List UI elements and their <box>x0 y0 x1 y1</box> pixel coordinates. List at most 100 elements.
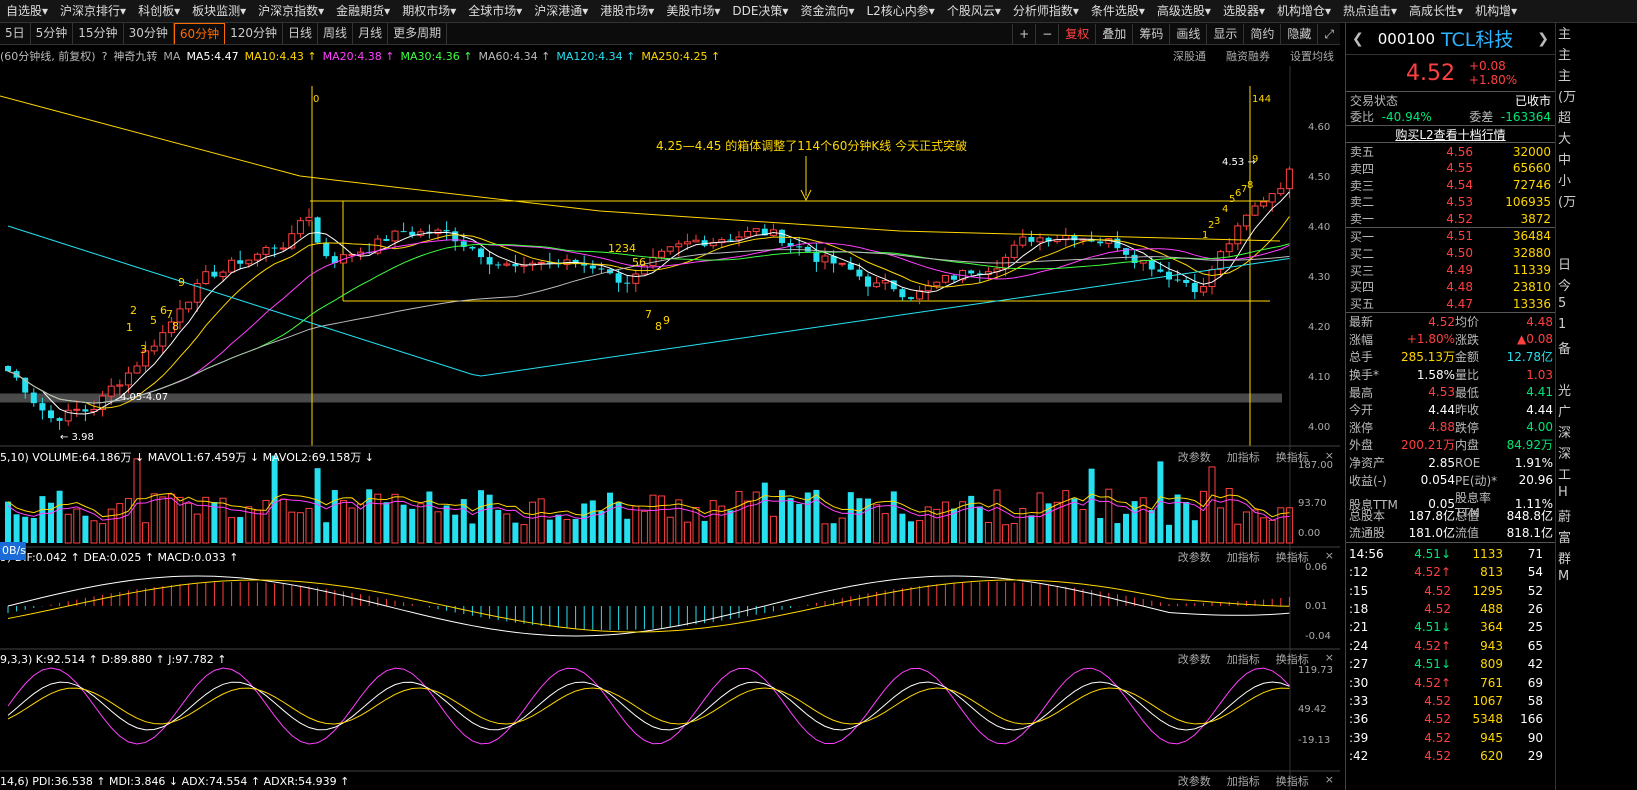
menu-item-11[interactable]: DDE决策▾ <box>726 0 794 22</box>
candle-body <box>443 230 450 232</box>
ma-link-0[interactable]: 深股通 <box>1173 48 1206 64</box>
menu-item-6[interactable]: 期权市场▾ <box>396 0 462 22</box>
menu-item-2[interactable]: 科创板▾ <box>132 0 186 22</box>
help-icon[interactable]: ? <box>102 50 108 63</box>
menu-item-20[interactable]: 热点追击▾ <box>1337 0 1403 22</box>
candle-body <box>701 240 708 246</box>
menu-item-7[interactable]: 全球市场▾ <box>462 0 528 22</box>
menu-item-19[interactable]: 机构增仓▾ <box>1271 0 1337 22</box>
period-tab-0[interactable]: 5日 <box>0 23 31 44</box>
candle-body <box>219 271 227 278</box>
indicator-tool-1[interactable]: 加指标 <box>1227 449 1260 465</box>
indicator-tool-0[interactable]: 改参数 <box>1178 549 1211 565</box>
menu-item-3[interactable]: 板块监测▾ <box>186 0 252 22</box>
period-tab-3[interactable]: 30分钟 <box>124 23 174 44</box>
volume-bar <box>1217 507 1225 544</box>
period-tab-8[interactable]: 月线 <box>353 23 389 44</box>
menu-item-4[interactable]: 沪深京指数▾ <box>252 0 330 22</box>
indicator-tool-0[interactable]: 改参数 <box>1178 773 1211 789</box>
toolbar-btn-0[interactable]: + <box>1012 23 1035 44</box>
toolbar-btn-2[interactable]: 复权 <box>1058 23 1095 44</box>
back-arrow-icon[interactable]: ❮ <box>1352 31 1364 47</box>
menu-item-0[interactable]: 自选股▾ <box>0 0 54 22</box>
period-tab-1[interactable]: 5分钟 <box>31 23 74 44</box>
tick-time: 14:56 <box>1349 546 1384 561</box>
period-tab-4[interactable]: 60分钟 <box>173 23 226 44</box>
indicator-tool-3[interactable]: × <box>1325 651 1334 667</box>
forward-arrow-icon[interactable]: ❯ <box>1537 31 1549 47</box>
macd-tools: 改参数 加指标 换指标 × <box>1168 549 1340 565</box>
indicator-tool-2[interactable]: 换指标 <box>1276 449 1309 465</box>
indicator-tool-0[interactable]: 改参数 <box>1178 449 1211 465</box>
period-tab-7[interactable]: 周线 <box>318 23 354 44</box>
kline-chart[interactable]: 4.60 4.50 4.40 4.30 4.20 4.10 4.00 0 144 4.25—4.4… <box>0 66 1340 790</box>
quote-value: 4.00 <box>1526 420 1553 435</box>
candle-body <box>632 273 640 284</box>
volume-bar <box>452 514 459 543</box>
indicator-tool-1[interactable]: 加指标 <box>1227 549 1260 565</box>
toolbar-btn-1[interactable]: − <box>1035 23 1058 44</box>
kdj-axis-label: -19.13 <box>1298 735 1330 746</box>
menu-item-5[interactable]: 金融期货▾ <box>330 0 396 22</box>
l2-link[interactable]: 购买L2查看十档行情 <box>1395 126 1505 143</box>
ma-link-2[interactable]: 设置均线 <box>1290 48 1334 64</box>
menu-item-9[interactable]: 港股市场▾ <box>594 0 660 22</box>
menu-item-16[interactable]: 条件选股▾ <box>1085 0 1151 22</box>
menu-item-12[interactable]: 资金流向▾ <box>794 0 860 22</box>
menu-item-17[interactable]: 高级选股▾ <box>1151 0 1217 22</box>
period-tab-9[interactable]: 更多周期 <box>388 23 448 44</box>
period-tab-6[interactable]: 日线 <box>283 23 319 44</box>
toolbar-btn-8[interactable]: 隐藏 <box>1280 23 1317 44</box>
indicator-tool-3[interactable]: × <box>1325 549 1334 565</box>
volume-bar <box>658 495 666 544</box>
menu-item-14[interactable]: 个股风云▾ <box>941 0 1007 22</box>
indicator-tool-3[interactable]: × <box>1325 773 1334 789</box>
indicator-tool-2[interactable]: 换指标 <box>1276 651 1309 667</box>
menu-item-15[interactable]: 分析师指数▾ <box>1007 0 1085 22</box>
candle-body <box>1191 282 1198 293</box>
period-tab-2[interactable]: 15分钟 <box>73 23 124 44</box>
quote-label: 换手* <box>1349 368 1380 383</box>
ma-indicator-bar: (60分钟线, 前复权) ? 神奇九转 MA MA5:4.47 MA10:4.43 … <box>0 46 1340 66</box>
toolbar-btn-7[interactable]: 简约 <box>1243 23 1280 44</box>
volume-bar <box>1010 523 1018 544</box>
menu-item-8[interactable]: 沪深港通▾ <box>528 0 594 22</box>
indicator-tool-2[interactable]: 换指标 <box>1276 773 1309 789</box>
tick-volume: 5348 <box>1472 712 1503 727</box>
toolbar-btn-3[interactable]: 叠加 <box>1095 23 1132 44</box>
volume-bar <box>13 514 20 543</box>
fullscreen-icon[interactable]: ⤢ <box>1317 23 1340 44</box>
indicator-tool-2[interactable]: 换指标 <box>1276 549 1309 565</box>
menu-item-13[interactable]: L2核心内参▾ <box>860 0 940 22</box>
edge-text-10 <box>1556 233 1637 254</box>
volume-bar <box>735 490 743 544</box>
menu-item-18[interactable]: 选股器▾ <box>1217 0 1271 22</box>
period-tab-5[interactable]: 120分钟 <box>225 23 284 44</box>
indicator-tool-0[interactable]: 改参数 <box>1178 651 1211 667</box>
candle-body <box>951 275 957 280</box>
toolbar-btn-5[interactable]: 画线 <box>1169 23 1206 44</box>
ma-link-1[interactable]: 融资融券 <box>1226 48 1270 64</box>
toolbar-btn-4[interactable]: 筹码 <box>1132 23 1169 44</box>
menu-item-22[interactable]: 机构增▾ <box>1469 0 1523 22</box>
quote-label: ROE <box>1455 455 1481 470</box>
menu-item-10[interactable]: 美股市场▾ <box>660 0 726 22</box>
magic-nine-tool[interactable]: 神奇九转 <box>113 48 157 64</box>
candle-body <box>683 241 691 245</box>
tick-count: 71 <box>1527 546 1543 561</box>
volume-bar <box>219 497 227 544</box>
menu-item-1[interactable]: 沪深京排行▾ <box>54 0 132 22</box>
toolbar-btn-6[interactable]: 显示 <box>1206 23 1243 44</box>
tick-price: 4.52 <box>1424 694 1451 708</box>
indicator-tool-1[interactable]: 加指标 <box>1227 773 1260 789</box>
volume-bar <box>537 498 545 544</box>
tick-row-9: :36 4.52 5348 166 <box>1346 710 1555 728</box>
edge-text-25: 群 <box>1558 552 1572 567</box>
indicator-tool-3[interactable]: × <box>1325 449 1334 465</box>
wc-value: -163364 <box>1500 110 1551 124</box>
indicator-tool-1[interactable]: 加指标 <box>1227 651 1260 667</box>
menu-item-21[interactable]: 高成长性▾ <box>1403 0 1469 22</box>
change-block: +0.08 +1.80% <box>1469 59 1517 87</box>
candle-body <box>185 301 193 310</box>
candle-body <box>847 263 854 270</box>
